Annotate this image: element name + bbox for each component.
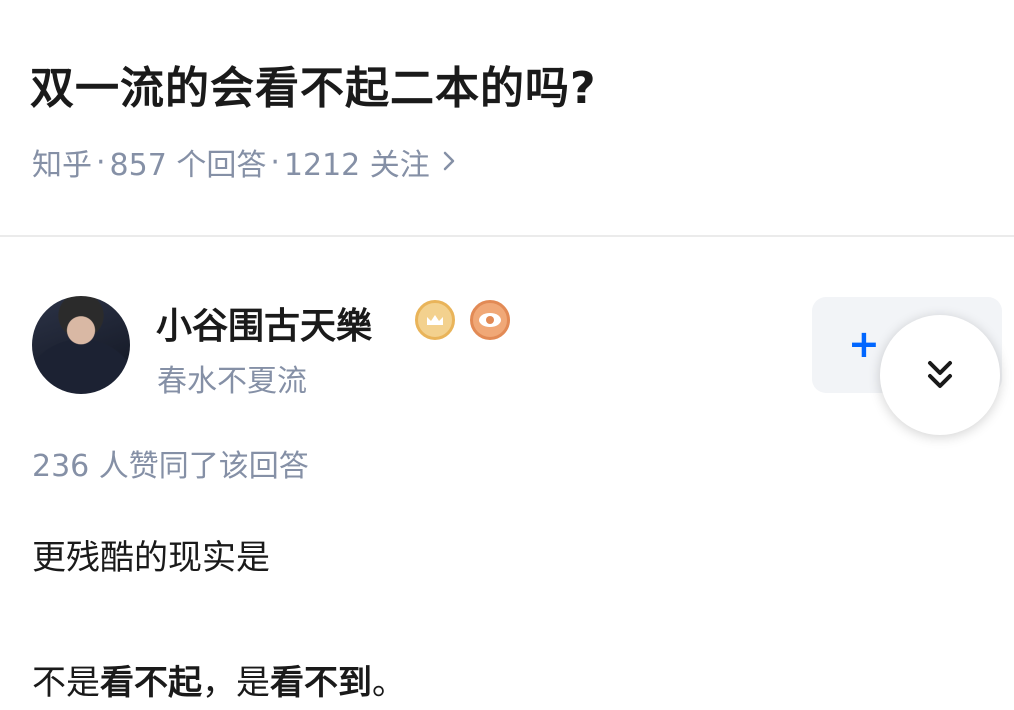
author-bio: 春水不夏流 (157, 364, 307, 399)
question-meta[interactable]: 知乎 · 857 个回答 · 1212 关注 (32, 140, 456, 184)
crown-badge-icon[interactable] (415, 300, 455, 340)
answer-paragraph: 更残酷的现实是 (32, 538, 270, 578)
answers-count: 857 个回答 (109, 148, 267, 183)
question-source: 知乎 (32, 148, 92, 183)
answer-text: 。 (372, 663, 406, 703)
meta-separator: · (96, 144, 106, 180)
eye-badge-icon[interactable] (470, 300, 510, 340)
answer-emphasis: 看不起 (100, 663, 202, 703)
avatar[interactable] (32, 296, 130, 394)
double-chevron-down-icon (928, 361, 952, 388)
follow-plus-icon[interactable]: + (848, 322, 880, 366)
answer-text: 不是 (32, 663, 100, 703)
answer-text: ，是 (202, 663, 270, 703)
question-title[interactable]: 双一流的会看不起二本的吗? (30, 52, 597, 116)
answer-paragraph: 不是看不起，是看不到。 (32, 655, 406, 704)
author-name[interactable]: 小谷围古天樂 (156, 297, 372, 349)
chevron-right-icon (442, 146, 456, 179)
section-divider (0, 235, 1014, 237)
vote-summary: 236 人赞同了该回答 (32, 449, 309, 484)
meta-separator: · (270, 144, 280, 180)
followers-count: 1212 关注 (283, 148, 430, 183)
answer-emphasis: 看不到 (270, 663, 372, 703)
collapse-button[interactable] (880, 315, 1000, 435)
